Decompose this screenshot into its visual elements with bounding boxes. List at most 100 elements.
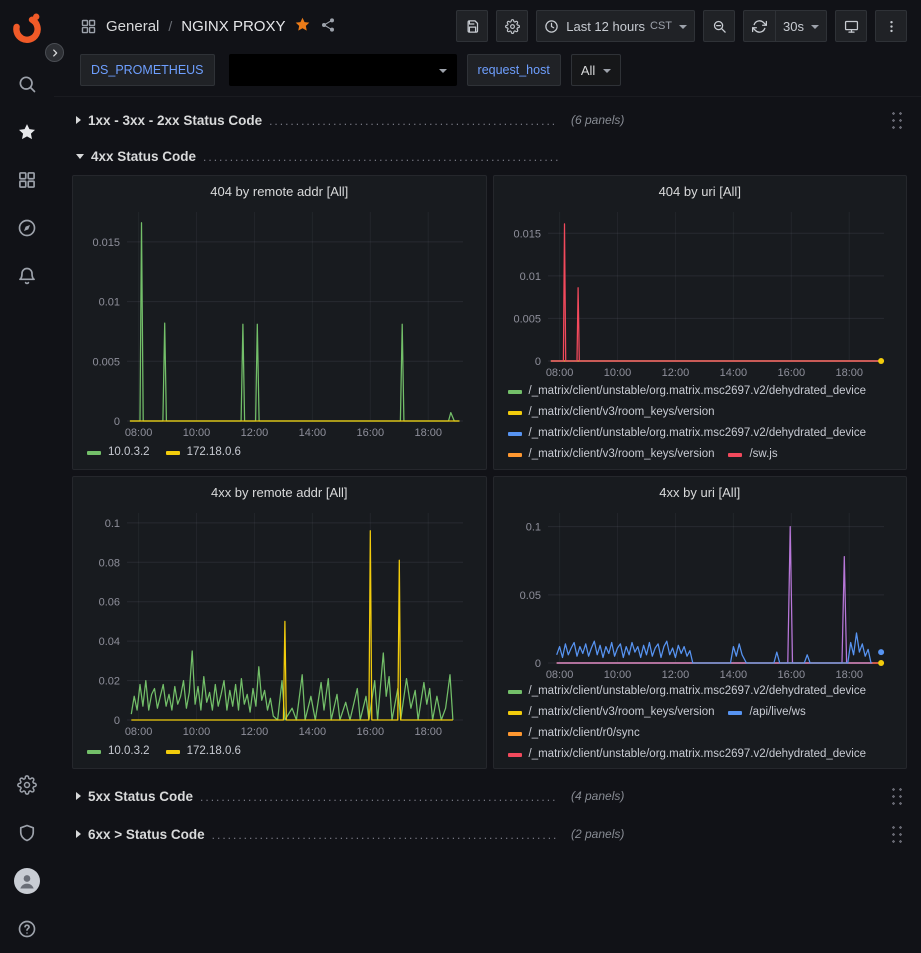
legend-item[interactable]: 10.0.3.2 — [87, 743, 150, 760]
zoom-out-button[interactable] — [703, 10, 735, 42]
panel-legend: /_matrix/client/unstable/org.matrix.msc2… — [502, 680, 899, 762]
svg-text:10:00: 10:00 — [604, 669, 632, 680]
panel-title[interactable]: 404 by uri [All] — [502, 180, 899, 204]
leader-dots: ........................................… — [269, 114, 558, 128]
time-range-picker[interactable]: Last 12 hours CST — [536, 10, 695, 42]
variable-value-ds-prometheus[interactable] — [229, 54, 457, 86]
star-icon — [17, 122, 37, 142]
legend-item[interactable]: /_matrix/client/unstable/org.matrix.msc2… — [508, 683, 867, 700]
row-lead: 4xx Status Code ........................… — [91, 149, 561, 164]
series-color-swatch — [508, 711, 522, 715]
series-color-swatch — [508, 732, 522, 736]
row-4xx[interactable]: 4xx Status Code ........................… — [72, 141, 907, 171]
svg-text:16:00: 16:00 — [777, 669, 805, 680]
row-panel-count: (4 panels) — [571, 789, 624, 803]
time-range-label: Last 12 hours — [566, 19, 645, 34]
svg-text:14:00: 14:00 — [299, 427, 327, 439]
legend-item[interactable]: /_matrix/client/v3/room_keys/version — [508, 704, 715, 721]
legend-item[interactable]: /_matrix/client/unstable/org.matrix.msc2… — [508, 383, 867, 400]
series-color-swatch — [508, 753, 522, 757]
zoom-out-icon — [712, 19, 727, 34]
svg-text:08:00: 08:00 — [125, 726, 153, 738]
chevron-right-icon — [50, 48, 60, 58]
question-circle-icon — [17, 919, 37, 939]
main-area: General / NGINX PROXY — [54, 0, 921, 953]
time-series-chart[interactable]: 00.0050.010.01508:0010:0012:0014:0016:00… — [502, 204, 898, 380]
legend-item[interactable]: 10.0.3.2 — [87, 444, 150, 461]
leader-dots: ........................................… — [212, 828, 558, 842]
row-1xx-3xx-2xx[interactable]: 1xx - 3xx - 2xx Status Code ............… — [72, 105, 907, 135]
svg-text:16:00: 16:00 — [777, 367, 805, 379]
panel-4xx-by-remote-addr: 4xx by remote addr [All] 00.020.040.060.… — [72, 476, 487, 769]
legend-item[interactable]: /sw.js — [728, 446, 777, 463]
search-button[interactable] — [5, 60, 49, 108]
configuration-button[interactable] — [5, 761, 49, 809]
legend-item[interactable]: /_matrix/client/r0/sync — [508, 725, 640, 742]
save-dashboard-button[interactable] — [456, 10, 488, 42]
series-color-swatch — [508, 453, 522, 457]
chevron-right-icon — [76, 830, 81, 838]
series-color-swatch — [166, 451, 180, 455]
panel-legend: 10.0.3.2 172.18.0.6 — [81, 441, 478, 461]
favorite-star-icon[interactable] — [294, 16, 311, 36]
panel-title[interactable]: 4xx by remote addr [All] — [81, 481, 478, 505]
legend-label: /_matrix/client/r0/sync — [529, 725, 640, 742]
sidebar-expand-button[interactable] — [45, 43, 64, 62]
refresh-interval-dropdown[interactable]: 30s — [775, 10, 827, 42]
series-color-swatch — [508, 432, 522, 436]
row-5xx[interactable]: 5xx Status Code ........................… — [72, 781, 907, 811]
legend-item[interactable]: /_matrix/client/v3/room_keys/version — [508, 446, 715, 463]
panel-legend: /_matrix/client/unstable/org.matrix.msc2… — [502, 380, 899, 463]
share-icon[interactable] — [320, 17, 336, 36]
svg-text:12:00: 12:00 — [241, 726, 269, 738]
grafana-logo[interactable] — [8, 8, 46, 46]
legend-item[interactable]: /api/live/ws — [728, 704, 805, 721]
svg-text:0: 0 — [535, 658, 541, 670]
monitor-icon — [844, 19, 859, 34]
alerting-button[interactable] — [5, 252, 49, 300]
starred-dashboards-button[interactable] — [5, 108, 49, 156]
time-series-chart[interactable]: 00.020.040.060.080.108:0010:0012:0014:00… — [81, 505, 477, 740]
breadcrumb-section[interactable]: General — [106, 18, 159, 35]
help-button[interactable] — [5, 905, 49, 953]
time-series-chart[interactable]: 00.0050.010.01508:0010:0012:0014:0016:00… — [81, 204, 477, 441]
svg-text:12:00: 12:00 — [661, 367, 689, 379]
panel-title[interactable]: 404 by remote addr [All] — [81, 180, 478, 204]
legend-item[interactable]: /_matrix/client/unstable/org.matrix.msc2… — [508, 425, 867, 442]
timezone-label: CST — [650, 20, 672, 32]
panel-title[interactable]: 4xx by uri [All] — [502, 481, 899, 505]
svg-text:0.005: 0.005 — [93, 356, 121, 368]
dashboards-grid-icon — [17, 170, 37, 190]
refresh-button[interactable] — [743, 10, 775, 42]
server-admin-button[interactable] — [5, 809, 49, 857]
tv-mode-button[interactable] — [835, 10, 867, 42]
legend-item[interactable]: 172.18.0.6 — [166, 444, 241, 461]
row-drag-handle[interactable] — [888, 784, 903, 808]
svg-text:12:00: 12:00 — [661, 669, 689, 680]
grafana-app: General / NGINX PROXY — [0, 0, 921, 953]
legend-item[interactable]: 172.18.0.6 — [166, 743, 241, 760]
left-sidebar — [0, 0, 54, 953]
series-color-swatch — [508, 390, 522, 394]
user-avatar-button[interactable] — [5, 857, 49, 905]
legend-item[interactable]: /_matrix/client/v3/room_keys/version — [508, 404, 715, 421]
dashboard-settings-button[interactable] — [496, 10, 528, 42]
apps-icon — [80, 18, 97, 35]
svg-text:08:00: 08:00 — [125, 427, 153, 439]
more-options-button[interactable] — [875, 10, 907, 42]
svg-text:0.05: 0.05 — [519, 589, 540, 601]
compass-icon — [17, 218, 37, 238]
chevron-down-icon — [603, 69, 611, 73]
time-series-chart[interactable]: 00.050.108:0010:0012:0014:0016:0018:00 — [502, 505, 898, 680]
variable-value-request-host[interactable]: All — [571, 54, 621, 86]
legend-item[interactable]: /_matrix/client/unstable/org.matrix.msc2… — [508, 746, 867, 762]
row-6xx[interactable]: 6xx > Status Code ......................… — [72, 819, 907, 849]
explore-button[interactable] — [5, 204, 49, 252]
dashboards-button[interactable] — [5, 156, 49, 204]
row-title: 1xx - 3xx - 2xx Status Code — [88, 113, 262, 128]
row-drag-handle[interactable] — [888, 108, 903, 132]
sidebar-bottom-group — [5, 761, 49, 953]
row-drag-handle[interactable] — [888, 822, 903, 846]
variable-label-request-host: request_host — [467, 54, 561, 86]
kebab-menu-icon — [884, 19, 899, 34]
